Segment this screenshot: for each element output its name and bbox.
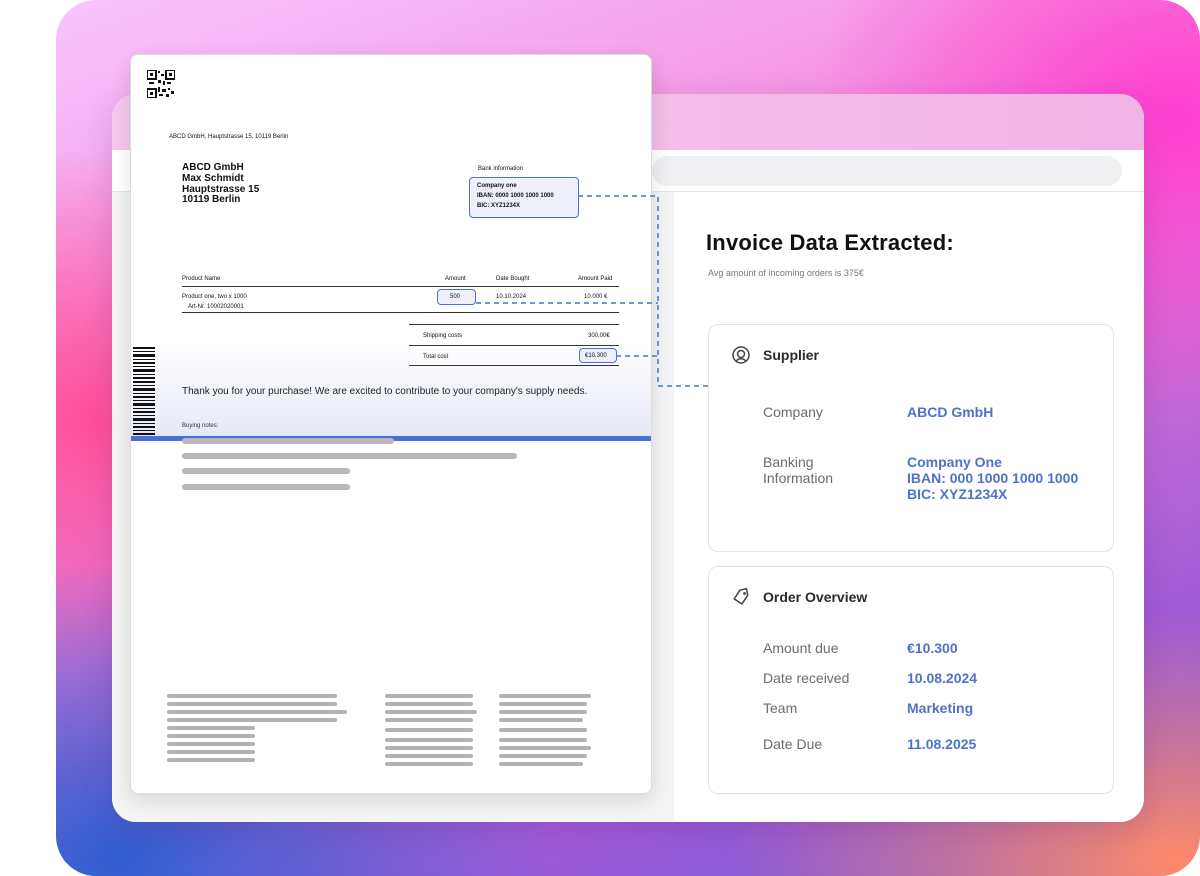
order-overview-heading: Order Overview — [763, 589, 868, 605]
order-row-label: Date Due — [763, 736, 823, 752]
bank-info-line: BIC: XYZ1234X — [477, 203, 521, 209]
table-date-value: 10.10.2024 — [496, 294, 527, 300]
company-value: ABCD GmbH — [907, 404, 994, 420]
bank-info-line: Company one — [477, 183, 517, 189]
total-bottom-rule — [409, 365, 619, 366]
footer-line — [499, 738, 587, 742]
invoice-document: ABCD GmbH, Hauptstrasse 15, 10119 Berlin… — [130, 54, 652, 794]
order-row-value: €10.300 — [907, 640, 958, 656]
shipping-value: 300,00€ — [588, 333, 610, 339]
supplier-heading: Supplier — [763, 347, 820, 363]
footer-line — [385, 702, 473, 706]
footer-line — [499, 728, 587, 732]
bank-info-line: IBAN: 0000 1000 1000 1000 — [477, 193, 554, 199]
total-label: Total cost — [423, 354, 449, 360]
table-header-amount: Amount — [445, 276, 466, 282]
table-amount-value: 500 — [450, 294, 461, 300]
banking-value-line2: IBAN: 000 1000 1000 1000 — [907, 470, 1079, 486]
footer-line — [499, 746, 591, 750]
footer-line — [385, 728, 473, 732]
placeholder-line — [182, 468, 350, 474]
recipient-line: Max Schmidt — [182, 173, 244, 184]
footer-line — [385, 762, 473, 766]
banking-value-line1: Company One — [907, 454, 1002, 470]
panel-subtitle: Avg amount of incoming orders is 375€ — [708, 268, 864, 278]
qr-code-icon — [147, 70, 175, 98]
footer-line — [385, 746, 473, 750]
thank-you-text: Thank you for your purchase! We are exci… — [182, 386, 588, 397]
placeholder-line — [182, 438, 394, 444]
footer-line — [385, 754, 473, 758]
footer-line — [167, 694, 337, 698]
banking-value-line3: BIC: XYZ1234X — [907, 486, 1008, 502]
order-row-value: 10.08.2024 — [907, 670, 978, 686]
footer-line — [499, 702, 587, 706]
banking-label-line2: Information — [763, 470, 834, 486]
bank-info-heading: Bank information — [478, 166, 524, 172]
table-header-rule — [182, 286, 619, 287]
banking-label-line1: Banking — [763, 454, 814, 470]
order-row-value: 11.08.2025 — [907, 736, 977, 752]
table-article-number: Art-Nr. 10002020001 — [188, 304, 244, 310]
recipient-line: 10119 Berlin — [182, 194, 241, 205]
footer-line — [167, 702, 337, 706]
tag-icon — [733, 587, 749, 605]
footer-line — [167, 726, 255, 730]
table-header-product: Product Name — [182, 276, 221, 282]
footer-line — [385, 710, 477, 714]
panel-title: Invoice Data Extracted: — [706, 230, 954, 255]
table-row-rule — [182, 312, 619, 313]
table-header-paid: Amount Paid — [578, 276, 613, 282]
footer-line — [499, 718, 583, 722]
recipient-line: ABCD GmbH — [182, 162, 244, 173]
total-value: €10.300 — [585, 353, 607, 359]
footer-line — [499, 710, 587, 714]
shipping-rule — [409, 324, 619, 325]
footer-line — [499, 762, 583, 766]
company-label: Company — [763, 404, 823, 420]
footer-line — [385, 718, 473, 722]
footer-line — [167, 718, 337, 722]
table-paid-value: 10.000 € — [584, 294, 608, 300]
supplier-icon — [732, 346, 750, 364]
placeholder-line — [182, 484, 350, 490]
order-row-value: Marketing — [907, 700, 974, 716]
order-overview-card: Order Overview Amount due €10.300 Date r… — [708, 566, 1114, 794]
footer-line — [385, 694, 473, 698]
buying-notes-label: Buying notes: — [182, 423, 219, 429]
extraction-pane: Invoice Data Extracted: Avg amount of in… — [674, 192, 1144, 822]
shipping-label: Shipping costs — [423, 333, 463, 339]
order-row-label: Amount due — [763, 640, 839, 656]
footer-line — [167, 742, 255, 746]
footer-line — [499, 694, 591, 698]
footer-line — [167, 710, 347, 714]
sender-address-line: ABCD GmbH, Hauptstrasse 15, 10119 Berlin — [169, 134, 289, 140]
barcode-icon — [133, 347, 155, 435]
address-bar[interactable] — [652, 156, 1122, 186]
table-header-date: Date Bought — [496, 276, 530, 282]
placeholder-line — [182, 453, 517, 459]
supplier-card: Supplier Company ABCD GmbH Banking Infor… — [708, 324, 1114, 552]
order-row-label: Team — [763, 700, 798, 716]
order-row-label: Date received — [763, 670, 850, 686]
footer-line — [167, 758, 255, 762]
footer-line — [385, 738, 473, 742]
footer-line — [499, 754, 587, 758]
footer-line — [167, 734, 255, 738]
table-product-name: Product one, two x 1000 — [182, 294, 247, 300]
footer-line — [167, 750, 255, 754]
